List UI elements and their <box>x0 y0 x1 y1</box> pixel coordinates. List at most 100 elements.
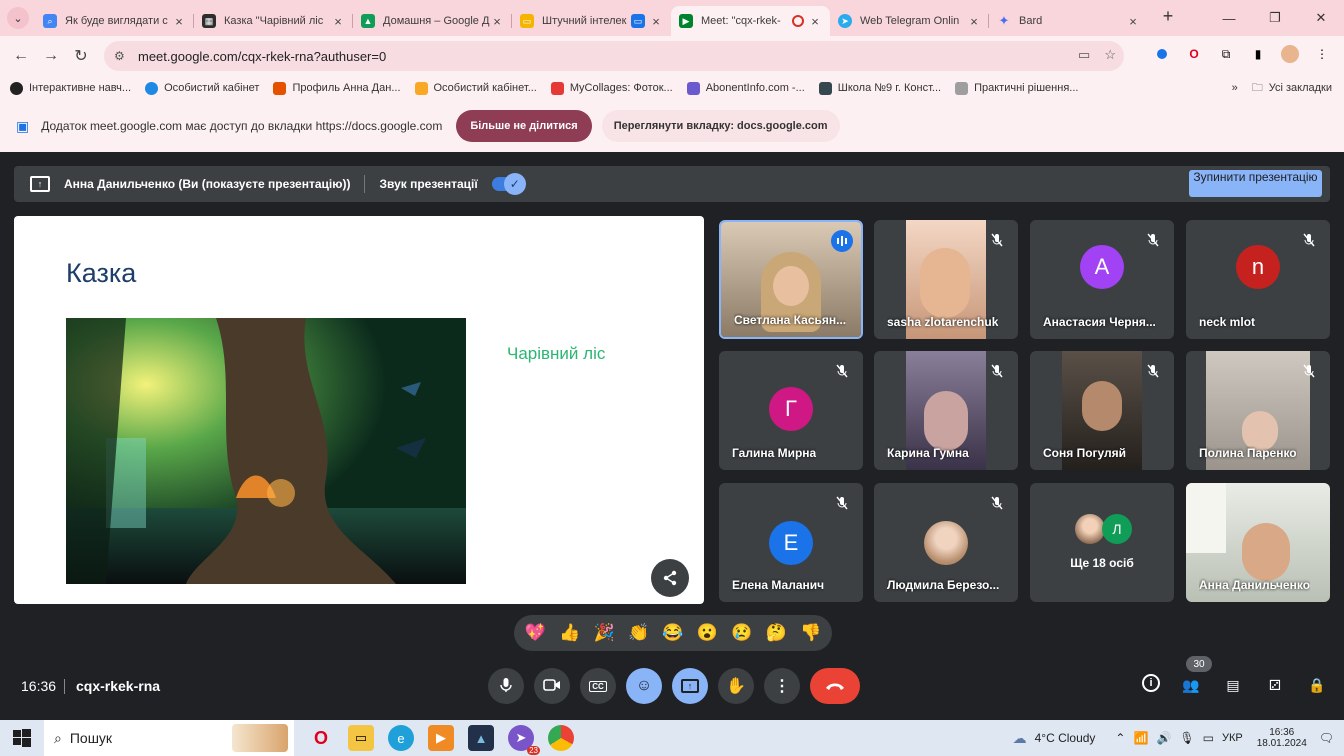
meeting-info-icon[interactable]: i <box>1142 674 1160 692</box>
side-panel-icon[interactable]: ▮ <box>1248 44 1268 64</box>
bookmark-item[interactable]: Практичні рішення... <box>955 81 1078 95</box>
browser-tab[interactable]: ▦ Казка "Чарівний ліс × <box>194 6 353 36</box>
participant-tile[interactable]: Светлана Касьян... <box>719 220 863 339</box>
captions-button[interactable]: CC <box>580 668 616 704</box>
browser-tab[interactable]: ▲ Домашня – Google Д × <box>353 6 512 36</box>
reaction-sad[interactable]: 😢 <box>731 623 752 643</box>
minimize-icon[interactable]: — <box>1206 0 1252 36</box>
participant-tile[interactable]: А Анастасия Черня... <box>1030 220 1174 339</box>
raise-hand-button[interactable]: ✋ <box>718 668 754 704</box>
menu-dots-icon[interactable]: ⋮ <box>1312 44 1332 64</box>
activities-icon[interactable]: ⚂ <box>1264 674 1286 696</box>
opera-extension-icon[interactable]: O <box>1184 44 1204 64</box>
participant-tile[interactable]: Людмила Березо... <box>874 483 1018 602</box>
chat-icon[interactable]: ▤ <box>1222 674 1244 696</box>
notifications-icon[interactable]: 🗨 <box>1319 731 1334 745</box>
participant-tile[interactable]: n neck mlot <box>1186 220 1330 339</box>
more-options-button[interactable]: ⋮ <box>764 668 800 704</box>
close-icon[interactable]: × <box>490 14 504 29</box>
participant-tile[interactable]: Г Галина Мирна <box>719 351 863 470</box>
forward-arrow-icon[interactable]: → <box>36 47 66 65</box>
host-controls-lock-icon[interactable]: 🔒 <box>1306 674 1328 696</box>
view-tab-button[interactable]: Переглянути вкладку: docs.google.com <box>601 110 840 142</box>
stop-sharing-button[interactable]: Більше не ділитися <box>456 110 592 142</box>
battery-icon[interactable]: ▭ <box>1203 731 1214 745</box>
bookmark-item[interactable]: Особистий кабінет... <box>414 81 537 95</box>
reaction-thumbs-up[interactable]: 👍 <box>559 623 580 643</box>
participant-tile[interactable]: sasha zlotarenchuk <box>874 220 1018 339</box>
reaction-party-popper[interactable]: 🎉 <box>594 623 615 643</box>
participant-tile[interactable]: Карина Гумна <box>874 351 1018 470</box>
bookmark-star-icon[interactable]: ☆ <box>1104 47 1116 63</box>
bookmark-item[interactable]: AbonentInfo.com -... <box>686 81 805 95</box>
reaction-thumbs-down[interactable]: 👎 <box>800 623 821 643</box>
omnibox[interactable]: ⚙ meet.google.com/cqx-rkek-rna?authuser=… <box>104 41 1124 71</box>
browser-tab[interactable]: ➤ Web Telegram Onlin × <box>830 6 989 36</box>
volume-icon[interactable]: 🔊 <box>1156 731 1171 745</box>
chrome-app-icon[interactable] <box>548 725 574 751</box>
stop-presenting-button[interactable]: Зупинити презентацію <box>1189 170 1322 197</box>
browser-tab[interactable]: ✦ Bard × <box>989 6 1148 36</box>
browser-tab[interactable]: ▭ Штучний інтелек ▭ × <box>512 6 671 36</box>
bookmark-item[interactable]: MyCollages: Фоток... <box>550 81 673 95</box>
all-bookmarks-link[interactable]: Усі закладки <box>1269 82 1332 94</box>
participant-tile[interactable]: Соня Погуляй <box>1030 351 1174 470</box>
bookmark-item[interactable]: Школа №9 г. Конст... <box>818 81 941 95</box>
presentation-sound-toggle[interactable]: ✓ <box>491 173 526 195</box>
file-explorer-icon[interactable]: ▭ <box>348 725 374 751</box>
maximize-icon[interactable]: ❐ <box>1252 0 1298 36</box>
site-info-icon[interactable]: ⚙ <box>114 49 134 63</box>
puzzle-extensions-icon[interactable]: ⧉ <box>1216 44 1236 64</box>
opera-app-icon[interactable]: O <box>308 725 334 751</box>
close-icon[interactable]: × <box>1126 14 1140 29</box>
bookmark-item[interactable]: Особистий кабінет <box>145 81 259 95</box>
close-window-icon[interactable]: ✕ <box>1298 0 1344 36</box>
participant-tile[interactable]: Е Елена Маланич <box>719 483 863 602</box>
close-icon[interactable]: × <box>172 14 186 29</box>
emoji-reactions-button[interactable]: ☺ <box>626 668 662 704</box>
reaction-thinking[interactable]: 🤔 <box>766 623 787 643</box>
browser-tab[interactable]: ⌕ Як буде виглядати с × <box>35 6 194 36</box>
back-arrow-icon[interactable]: ← <box>6 47 36 65</box>
weather-label[interactable]: 4°C Cloudy <box>1035 731 1096 745</box>
wifi-icon[interactable]: 📶 <box>1133 731 1148 745</box>
bookmark-item[interactable]: Профиль Анна Дан... <box>273 81 401 95</box>
more-participants-tile[interactable]: Л Ще 18 осіб <box>1030 483 1174 602</box>
camera-in-use-icon[interactable]: ▭ <box>1078 47 1090 63</box>
participant-name: Людмила Березо... <box>887 578 1000 592</box>
close-icon[interactable]: × <box>808 14 822 29</box>
camera-button[interactable] <box>534 668 570 704</box>
reload-icon[interactable]: ↻ <box>66 46 96 66</box>
bookmarks-overflow-button[interactable]: » <box>1232 82 1238 94</box>
tray-expand-icon[interactable]: ⌃ <box>1115 731 1125 745</box>
taskbar-search[interactable]: ⌕ Пошук <box>44 720 294 756</box>
telegram-app-icon[interactable]: ➤ 23 <box>508 725 540 755</box>
tab-search-button[interactable]: ⌄ <box>7 7 29 29</box>
microphone-button[interactable] <box>488 668 524 704</box>
reaction-surprised[interactable]: 😮 <box>697 623 718 643</box>
language-indicator[interactable]: УКР <box>1222 732 1243 744</box>
extension-dot-icon[interactable] <box>1152 44 1172 64</box>
edge-browser-icon[interactable]: e <box>388 725 414 751</box>
taskbar-clock[interactable]: 16:36 18.01.2024 <box>1257 727 1307 749</box>
profile-avatar[interactable] <box>1280 44 1300 64</box>
present-now-button[interactable]: ↑ <box>672 668 708 704</box>
participant-tile-self[interactable]: Анна Данильченко <box>1186 483 1330 602</box>
people-icon[interactable]: 👥 <box>1180 674 1202 696</box>
mic-tray-icon[interactable]: 🎙 <box>1179 731 1194 745</box>
close-icon[interactable]: × <box>967 14 981 29</box>
app-landscape-icon[interactable]: ▲ <box>468 725 494 751</box>
bookmark-item[interactable]: Інтерактивне навч... <box>10 81 131 95</box>
new-tab-button[interactable]: + <box>1154 6 1182 27</box>
leave-call-button[interactable] <box>810 668 860 704</box>
reaction-sparkling-heart[interactable]: 💖 <box>525 623 546 643</box>
reaction-tears-of-joy[interactable]: 😂 <box>662 623 683 643</box>
share-icon[interactable] <box>651 559 689 597</box>
app-orange-icon[interactable]: ▶ <box>428 725 454 751</box>
close-icon[interactable]: × <box>331 14 345 29</box>
windows-start-button[interactable] <box>0 729 44 747</box>
reaction-clapping[interactable]: 👏 <box>628 623 649 643</box>
close-icon[interactable]: × <box>649 14 663 29</box>
browser-tab-active[interactable]: ▶ Meet: "cqx-rkek- × <box>671 6 830 36</box>
participant-tile[interactable]: Полина Паренко <box>1186 351 1330 470</box>
